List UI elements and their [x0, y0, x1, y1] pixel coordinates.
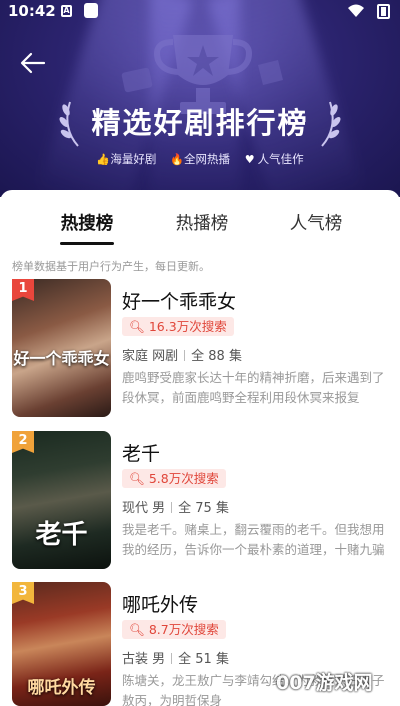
status-bar: 10:42 A — [0, 0, 400, 24]
drama-meta: 古装 男全 51 集 — [122, 648, 229, 667]
heart-icon: ♥ — [244, 153, 255, 166]
fire-icon: 🔥 — [170, 153, 184, 166]
page-title: 精选好剧排行榜 — [91, 106, 309, 140]
hero-tag: ♥ 人气佳作 — [244, 151, 304, 167]
search-icon: 🔍︎ — [129, 622, 145, 637]
search-icon: 🔍︎ — [129, 319, 145, 334]
watermark: 007游戏网 — [276, 668, 373, 695]
watermark-text: 007游戏网 — [276, 672, 373, 694]
hero-tag-label: 全网热播 — [184, 152, 230, 166]
hero-banner: 10:42 A 精选好剧排行榜 👍海量好剧 🔥全网热播 ♥ 人气佳作 — [0, 0, 400, 197]
search-icon: 🔍︎ — [129, 471, 145, 486]
hero-tag-label: 海量好剧 — [110, 152, 157, 166]
app-notification-icon: A — [61, 5, 72, 17]
arrow-left-icon — [20, 52, 46, 74]
search-count: 5.8万次搜索 — [148, 471, 219, 486]
episodes: 全 51 集 — [178, 652, 229, 667]
list-item[interactable]: 老千 2 老千 🔍︎ 5.8万次搜索 现代 男全 75 集 我是老千。赌桌上，翻… — [0, 431, 400, 571]
search-count: 16.3万次搜索 — [148, 319, 227, 334]
back-button[interactable] — [20, 52, 50, 78]
drama-description: 我是老千。赌桌上，翻云覆雨的老千。但我想用我的经历，告诉你一个最朴素的道理，十赌… — [122, 522, 385, 557]
poster-image[interactable]: 好一个乖乖女 — [12, 279, 111, 417]
poster-title-text: 好一个乖乖女 — [13, 349, 110, 368]
drama-title[interactable]: 哪吒外传 — [122, 590, 198, 617]
genre: 古装 男 — [122, 652, 166, 667]
hero-tag: 👍海量好剧 — [96, 151, 156, 167]
status-time: 10:42 — [8, 2, 56, 20]
wifi-icon — [348, 4, 364, 17]
list-item[interactable]: 好一个乖乖女 1 好一个乖乖女 🔍︎ 16.3万次搜索 家庭 网剧全 88 集 … — [0, 279, 400, 419]
hero-tag: 🔥全网热播 — [170, 151, 230, 167]
ranking-note: 榜单数据基于用户行为产生，每日更新。 — [12, 260, 210, 273]
genre: 家庭 网剧 — [122, 349, 179, 364]
search-count: 8.7万次搜索 — [148, 622, 219, 637]
tab-hot-search[interactable]: 热搜榜 — [60, 210, 114, 245]
hero-tag-label: 人气佳作 — [257, 152, 304, 166]
ranking-tabs: 热搜榜 热播榜 人气榜 — [0, 210, 400, 246]
drama-title[interactable]: 老千 — [122, 439, 160, 466]
ranking-panel: 热搜榜 热播榜 人气榜 榜单数据基于用户行为产生，每日更新。 好一个乖乖女 1 … — [0, 190, 400, 706]
tab-popularity[interactable]: 人气榜 — [289, 210, 343, 235]
drama-meta: 家庭 网剧全 88 集 — [122, 345, 242, 364]
drama-description: 鹿鸣野受鹿家长达十年的精神折磨，后来遇到了段休冥，前面鹿鸣野全程利用段休冥来报复 — [122, 370, 385, 405]
poster-title-text: 老千 — [35, 520, 88, 550]
search-count-badge: 🔍︎ 8.7万次搜索 — [122, 620, 226, 639]
poster-image[interactable]: 老千 — [12, 431, 111, 569]
drama-meta: 现代 男全 75 集 — [122, 497, 229, 516]
episodes: 全 88 集 — [191, 349, 242, 364]
thumbs-up-icon: 👍 — [96, 153, 111, 166]
genre: 现代 男 — [122, 501, 166, 516]
episodes: 全 75 集 — [178, 501, 229, 516]
tab-hot-play[interactable]: 热播榜 — [175, 210, 229, 235]
poster-title-text: 哪吒外传 — [27, 678, 96, 698]
drama-title[interactable]: 好一个乖乖女 — [122, 287, 236, 314]
battery-icon — [377, 4, 390, 19]
hero-tags: 👍海量好剧 🔥全网热播 ♥ 人气佳作 — [0, 151, 400, 167]
search-count-badge: 🔍︎ 16.3万次搜索 — [122, 317, 234, 336]
app-square-icon — [84, 3, 98, 18]
search-count-badge: 🔍︎ 5.8万次搜索 — [122, 469, 226, 488]
